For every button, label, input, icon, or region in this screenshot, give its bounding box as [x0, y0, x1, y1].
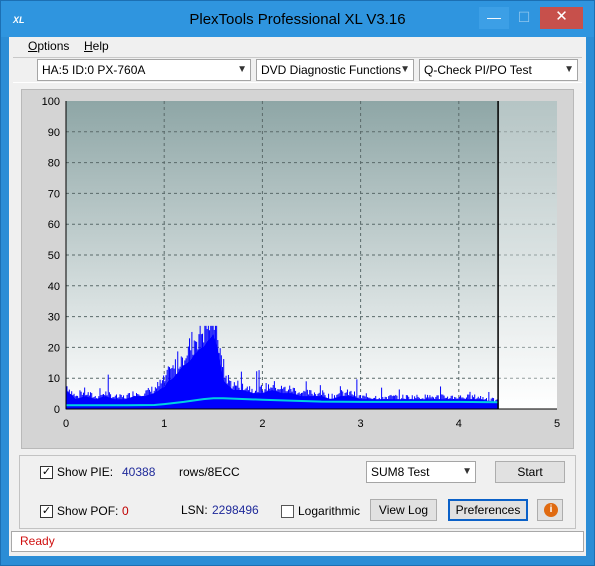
menu-help-label: elp	[92, 39, 109, 53]
test-select[interactable]: Q-Check PI/PO Test ▼	[419, 59, 578, 81]
menu-options-label: ptions	[37, 39, 70, 53]
y-tick-label: 80	[48, 158, 60, 170]
start-button[interactable]: Start	[495, 461, 565, 483]
info-button[interactable]: i	[537, 499, 563, 521]
y-tick-label: 60	[48, 219, 60, 231]
chevron-down-icon: ▼	[400, 64, 410, 75]
view-log-button[interactable]: View Log	[370, 499, 437, 521]
info-icon: i	[544, 503, 558, 517]
show-pof-checkbox[interactable]: ✓	[40, 505, 53, 518]
chevron-down-icon: ▼	[564, 64, 574, 75]
logarithmic-label: Logarithmic	[298, 504, 361, 518]
maximize-icon[interactable]: ☐	[509, 7, 539, 29]
pie-value: 40388	[122, 465, 156, 479]
lsn-value: 2298496	[212, 503, 259, 517]
status-bar: Ready	[11, 531, 584, 552]
y-tick-label: 20	[48, 342, 60, 354]
menu-options-accel: O	[28, 39, 38, 53]
y-tick-label: 0	[54, 404, 60, 416]
show-pie-checkbox[interactable]: ✓	[40, 466, 53, 479]
test-select-value: Q-Check PI/PO Test	[424, 63, 532, 77]
menu-options[interactable]: Options	[28, 39, 69, 53]
menu-help[interactable]: Help	[84, 39, 109, 53]
chevron-down-icon: ▼	[237, 64, 247, 75]
show-pie-label: Show PIE:	[57, 465, 114, 479]
controls-panel: ✓ Show PIE: 40388 rows/8ECC SUM8 Test ▼ …	[19, 455, 576, 529]
drive-select-value: HA:5 ID:0 PX-760A	[42, 63, 146, 77]
y-tick-label: 70	[48, 188, 60, 200]
x-tick-label: 1	[161, 418, 167, 430]
preferences-button[interactable]: Preferences	[448, 499, 528, 521]
y-tick-label: 30	[48, 312, 60, 324]
client-area: Options Help HA:5 ID:0 PX-760A ▼ DVD Dia…	[9, 37, 586, 556]
minimize-icon[interactable]: —	[479, 7, 509, 29]
chart-panel: 0 10 20 30 40 50 60 70 80 90 100 0 1 2 3 4 5	[21, 89, 574, 449]
x-tick-label: 0	[63, 418, 69, 430]
sum-test-select[interactable]: SUM8 Test ▼	[366, 461, 476, 483]
x-tick-label: 4	[456, 418, 462, 430]
close-icon[interactable]: ✕	[540, 7, 583, 29]
sum-test-select-value: SUM8 Test	[371, 465, 430, 479]
y-tick-label: 40	[48, 281, 60, 293]
pie-unit: rows/8ECC	[179, 465, 240, 479]
pof-value: 0	[122, 504, 129, 518]
y-tick-label: 100	[42, 96, 60, 108]
logarithmic-checkbox[interactable]	[281, 505, 294, 518]
y-tick-label: 10	[48, 373, 60, 385]
menu-bar: Options Help	[9, 37, 586, 57]
function-select[interactable]: DVD Diagnostic Functions ▼	[256, 59, 414, 81]
lsn-label: LSN:	[181, 503, 208, 517]
title-bar[interactable]: XL PlexTools Professional XL V3.16 — ☐ ✕	[1, 1, 594, 37]
drive-select[interactable]: HA:5 ID:0 PX-760A ▼	[37, 59, 251, 81]
pi-chart: 0 10 20 30 40 50 60 70 80 90 100 0 1 2 3 4 5	[42, 96, 560, 430]
x-tick-label: 3	[358, 418, 364, 430]
show-pof-label: Show POF:	[57, 504, 119, 518]
y-tick-label: 90	[48, 127, 60, 139]
function-select-value: DVD Diagnostic Functions	[261, 63, 402, 77]
app-window: XL PlexTools Professional XL V3.16 — ☐ ✕…	[0, 0, 595, 566]
menu-help-accel: H	[84, 39, 93, 53]
y-tick-label: 50	[48, 250, 60, 262]
x-tick-label: 2	[259, 418, 265, 430]
chevron-down-icon: ▼	[462, 466, 472, 477]
x-tick-label: 5	[554, 418, 560, 430]
unscanned-region	[499, 101, 557, 409]
